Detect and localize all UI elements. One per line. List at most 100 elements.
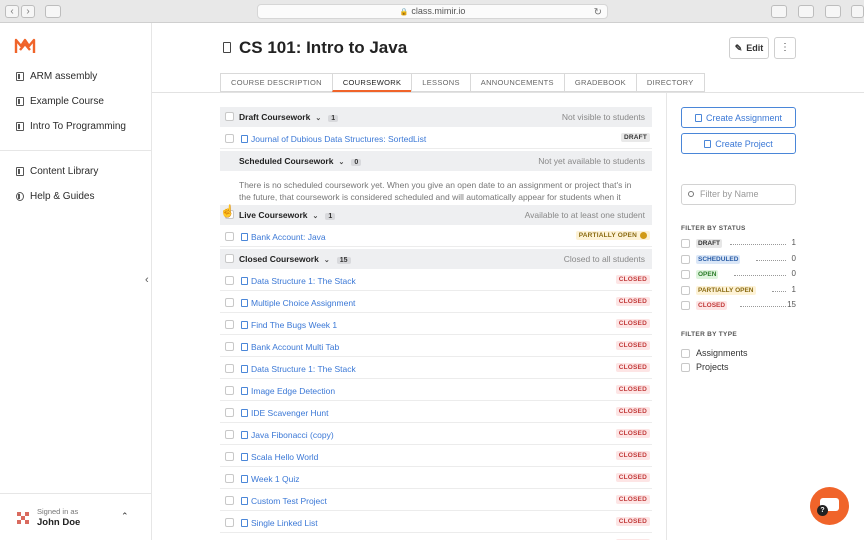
list-item[interactable]: Custom Test Project CLOSED (220, 491, 652, 511)
type-checkbox[interactable] (681, 348, 690, 358)
item-checkbox[interactable] (225, 452, 234, 461)
downloads-icon[interactable] (771, 5, 787, 18)
group-title[interactable]: Scheduled Coursework ⌄ 0 (239, 156, 362, 166)
create-project-button[interactable]: Create Project (681, 133, 796, 154)
list-item[interactable]: Scala Hello World CLOSED (220, 447, 652, 467)
create-assignment-button[interactable]: Create Assignment (681, 107, 796, 128)
item-checkbox[interactable] (225, 430, 234, 439)
list-item[interactable]: Bank Account: Java PARTIALLY OPEN (220, 227, 652, 247)
tab-directory[interactable]: DIRECTORY (635, 73, 705, 92)
item-checkbox[interactable] (225, 364, 234, 373)
item-checkbox[interactable] (225, 518, 234, 527)
list-item[interactable]: Data Structure 1: The Stack CLOSED (220, 359, 652, 379)
group-checkbox[interactable] (225, 254, 234, 263)
collapse-sidebar-icon[interactable]: ‹ (145, 274, 149, 286)
item-title-link[interactable]: IDE Scavenger Hunt (251, 408, 328, 418)
sidebar-item-help-guides[interactable]: Help & Guides (16, 191, 94, 202)
filter-status-draft[interactable]: DRAFT 1 (681, 238, 796, 249)
sidebar-course-example-course[interactable]: Example Course (16, 96, 104, 107)
back-button[interactable]: ‹ (5, 5, 19, 18)
tabs-icon[interactable] (825, 5, 841, 18)
info-icon[interactable] (640, 232, 647, 239)
chevron-up-icon[interactable]: ⌃ (121, 511, 129, 522)
item-title-link[interactable]: Custom Test Project (251, 496, 327, 506)
tab-lessons[interactable]: LESSONS (411, 73, 470, 92)
sidebar-course-arm-assembly[interactable]: ARM assembly (16, 71, 97, 82)
filter-status-partially-open[interactable]: PARTIALLY OPEN 1 (681, 285, 796, 296)
group-live[interactable]: Live Coursework ⌄ 1 Available to at least … (220, 205, 652, 225)
item-title-link[interactable]: Week 1 Quiz (251, 474, 300, 484)
sidebar-toggle-icon[interactable] (45, 5, 61, 18)
user-menu[interactable]: Signed in as John Doe ⌃ (0, 493, 151, 540)
tab-course-description[interactable]: COURSE DESCRIPTION (220, 73, 332, 92)
status-checkbox[interactable] (681, 270, 690, 279)
type-checkbox[interactable] (681, 362, 690, 372)
group-title[interactable]: Draft Coursework ⌄ 1 (239, 112, 339, 122)
item-title-link[interactable]: Multiple Choice Assignment (251, 298, 355, 308)
status-checkbox[interactable] (681, 254, 690, 264)
item-title-link[interactable]: Journal of Dubious Data Structures: Sort… (251, 134, 426, 144)
list-item[interactable]: Image Edge Detection CLOSED (220, 381, 652, 401)
tab-gradebook[interactable]: GRADEBOOK (563, 73, 636, 92)
filter-name-input[interactable]: Filter by Name (681, 184, 796, 205)
item-title-link[interactable]: Image Edge Detection (251, 386, 335, 396)
list-item[interactable]: Multiple Choice Assignment CLOSED (220, 293, 652, 313)
more-options-button[interactable]: ⋮ (774, 37, 796, 59)
sidebar-item-content-library[interactable]: Content Library (16, 166, 98, 177)
tab-coursework[interactable]: COURSEWORK (331, 73, 412, 92)
item-title-link[interactable]: Single Linked List (251, 518, 318, 528)
chevron-down-icon[interactable]: ⌄ (315, 115, 321, 122)
share-icon[interactable] (798, 5, 814, 18)
group-title[interactable]: Closed Coursework ⌄ 15 (239, 254, 351, 264)
item-checkbox[interactable] (225, 496, 234, 505)
group-checkbox[interactable] (225, 112, 234, 121)
list-item[interactable]: Java Fibonacci (copy) CLOSED (220, 425, 652, 445)
item-checkbox[interactable] (225, 298, 234, 307)
chevron-down-icon[interactable]: ⌄ (313, 213, 319, 220)
filter-type-assignments[interactable]: Assignments (681, 348, 748, 358)
item-title-link[interactable]: Find The Bugs Week 1 (251, 320, 337, 330)
item-checkbox[interactable] (225, 276, 234, 285)
item-title-link[interactable]: Bank Account: Java (251, 232, 326, 242)
item-title-link[interactable]: Scala Hello World (251, 452, 318, 462)
help-chat-button[interactable]: ? (810, 487, 849, 525)
status-checkbox[interactable] (681, 285, 690, 295)
list-item[interactable]: Single Linked List CLOSED (220, 513, 652, 533)
item-title-link[interactable]: Java Fibonacci (copy) (251, 430, 334, 440)
list-item[interactable]: Real World Applications: The Bank Accoun… (220, 535, 652, 540)
chevron-down-icon[interactable]: ⌄ (338, 159, 344, 166)
filter-type-projects[interactable]: Projects (681, 362, 729, 372)
filter-status-open[interactable]: OPEN 0 (681, 269, 796, 280)
item-checkbox[interactable] (225, 386, 234, 395)
filter-status-scheduled[interactable]: SCHEDULED 0 (681, 254, 796, 265)
list-item[interactable]: Data Structure 1: The Stack CLOSED (220, 271, 652, 291)
item-checkbox[interactable] (225, 474, 234, 483)
filter-status-closed[interactable]: CLOSED 15 (681, 300, 796, 311)
list-item[interactable]: Week 1 Quiz CLOSED (220, 469, 652, 489)
group-title[interactable]: Live Coursework ⌄ 1 (239, 210, 336, 220)
item-checkbox[interactable] (225, 320, 234, 329)
sidebar-course-intro-to-programming[interactable]: Intro To Programming (16, 121, 126, 132)
item-checkbox[interactable] (225, 134, 234, 143)
item-title-link[interactable]: Bank Account Multi Tab (251, 342, 339, 352)
list-item[interactable]: Bank Account Multi Tab CLOSED (220, 337, 652, 357)
list-item[interactable]: IDE Scavenger Hunt CLOSED (220, 403, 652, 423)
tab-announcements[interactable]: ANNOUNCEMENTS (469, 73, 564, 92)
mimir-logo[interactable] (14, 37, 36, 55)
list-item[interactable]: Journal of Dubious Data Structures: Sort… (220, 129, 652, 149)
group-scheduled[interactable]: Scheduled Coursework ⌄ 0 Not yet available… (220, 151, 652, 171)
item-checkbox[interactable] (225, 342, 234, 351)
new-tab-button[interactable] (851, 5, 864, 18)
address-bar[interactable]: 🔒 class.mimir.io ↻ (257, 4, 608, 19)
chevron-down-icon[interactable]: ⌄ (324, 257, 330, 264)
list-item[interactable]: Find The Bugs Week 1 CLOSED (220, 315, 652, 335)
group-closed[interactable]: Closed Coursework ⌄ 15 Closed to all stude… (220, 249, 652, 269)
status-checkbox[interactable] (681, 239, 690, 248)
status-checkbox[interactable] (681, 301, 690, 310)
edit-button[interactable]: ✎ Edit (729, 37, 769, 59)
reload-icon[interactable]: ↻ (594, 6, 602, 19)
forward-button[interactable]: › (21, 5, 35, 18)
group-draft[interactable]: Draft Coursework ⌄ 1 Not visible to studen… (220, 107, 652, 127)
item-checkbox[interactable] (225, 232, 234, 241)
item-title-link[interactable]: Data Structure 1: The Stack (251, 276, 356, 286)
